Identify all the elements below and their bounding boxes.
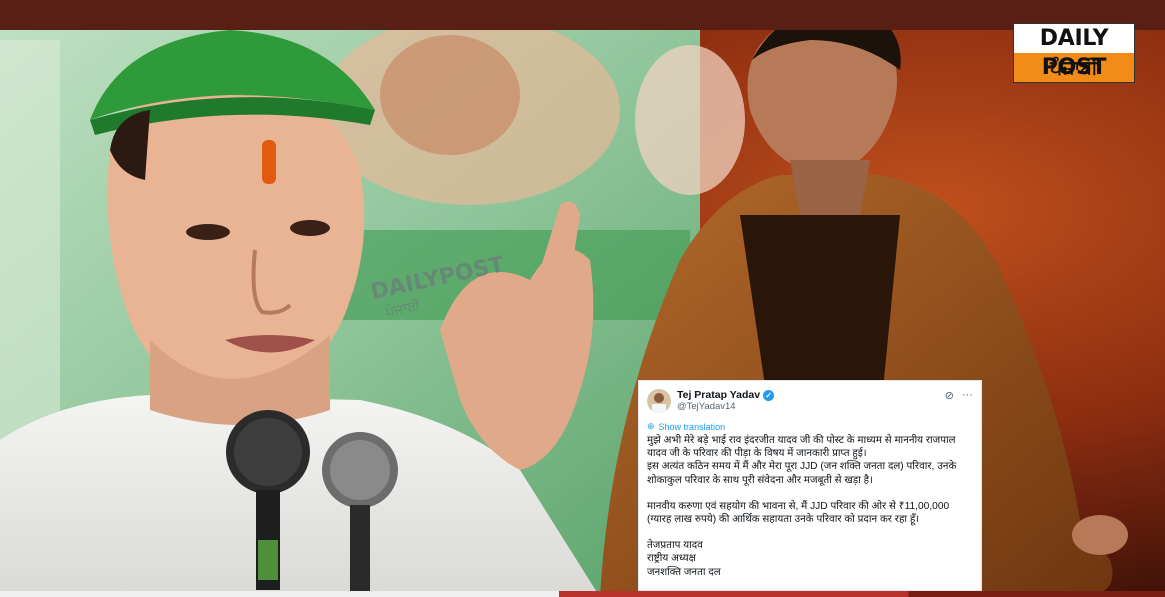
top-banner-strip [0, 0, 1165, 30]
news-thumbnail: DAILYPOST ਪੰਜਾਬੀ DAILY POST ਪੰਜਾਬੀ Tej P… [0, 0, 1165, 597]
dailypost-punjabi-logo: DAILY POST ਪੰਜਾਬੀ [1013, 23, 1135, 83]
tweet-paragraph: मुझे अभी मेरे बड़े भाई राव इंदरजीत यादव … [647, 435, 957, 486]
bottom-color-strip [0, 591, 1165, 597]
tweet-paragraph: मानवीय करुणा एवं सहयोग की भावना से, मैं … [647, 500, 950, 526]
show-translation-link[interactable]: ⊕ Show translation [647, 421, 973, 432]
background-photo-collage [0, 0, 1165, 597]
tweet-body: मुझे अभी मेरे बड़े भाई राव इंदरजीत यादव … [647, 434, 973, 579]
tweet-signature: तेजप्रताप यादव राष्ट्रीय अध्यक्ष जनशक्ति… [647, 540, 721, 578]
grok-icon[interactable]: ⊘ [945, 389, 954, 402]
tweet-card: Tej Pratap Yadav ✓ @TejYadav14 ⊘ ··· ⊕ S… [638, 380, 982, 591]
verified-badge-icon: ✓ [763, 389, 775, 401]
translate-globe-icon: ⊕ [647, 421, 655, 431]
tweet-header: Tej Pratap Yadav ✓ @TejYadav14 ⊘ ··· [647, 387, 973, 415]
tweet-author-name: Tej Pratap Yadav ✓ [677, 389, 939, 401]
tweet-handle: @TejYadav14 [677, 401, 736, 412]
more-options-icon[interactable]: ··· [962, 389, 973, 402]
avatar [647, 389, 671, 413]
